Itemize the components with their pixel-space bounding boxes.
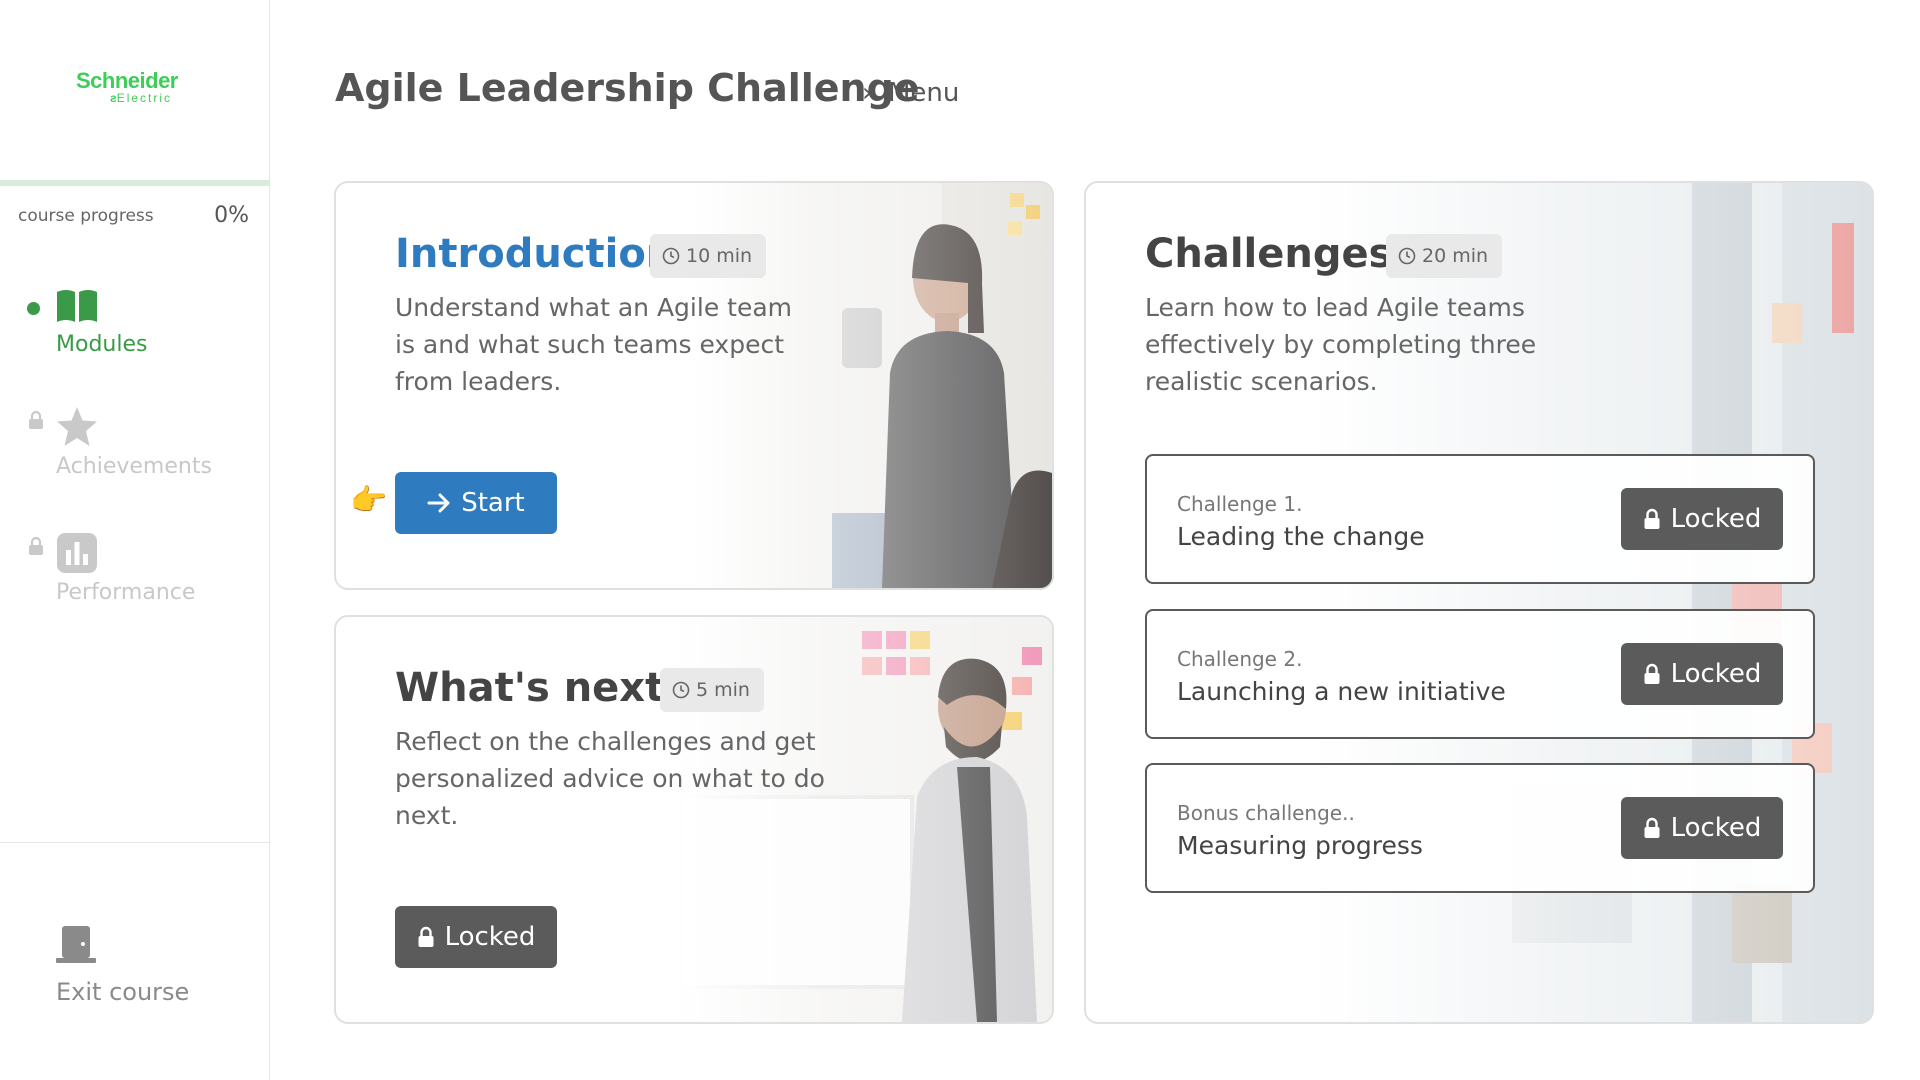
- exit-course-label: Exit course: [56, 978, 190, 1006]
- active-indicator: [27, 302, 40, 315]
- challenge-row-bonus: Bonus challenge.. Measuring progress Loc…: [1145, 763, 1815, 893]
- breadcrumb-current: Menu: [888, 78, 960, 108]
- sidebar-divider: [0, 842, 269, 843]
- challenge-2-locked-button[interactable]: Locked: [1621, 643, 1783, 705]
- introduction-title: Introduction: [395, 231, 675, 277]
- lock-icon: [29, 536, 43, 555]
- whats-next-card: What's next 5 min Reflect on the challen…: [334, 615, 1054, 1024]
- whats-next-locked-button[interactable]: Locked: [395, 906, 557, 968]
- course-progress-bar: [0, 180, 269, 186]
- star-icon: [57, 407, 97, 446]
- challenge-name: Launching a new initiative: [1177, 677, 1506, 706]
- challenge-kicker: Challenge 1.: [1177, 492, 1303, 516]
- challenge-1-locked-button[interactable]: Locked: [1621, 488, 1783, 550]
- clock-icon: [672, 681, 690, 699]
- challenges-duration-badge: 20 min: [1386, 234, 1503, 278]
- course-progress-value: 0%: [214, 203, 249, 228]
- introduction-duration-badge: 10 min: [650, 234, 767, 278]
- start-introduction-button[interactable]: Start: [395, 472, 557, 534]
- page-title: Agile Leadership Challenge: [335, 66, 920, 110]
- introduction-description: Understand what an Agile team is and wha…: [395, 293, 792, 396]
- exit-course-button[interactable]: Exit course: [56, 926, 236, 1016]
- challenges-description: Learn how to lead Agile teams effectivel…: [1145, 293, 1537, 396]
- sidebar-item-label: Modules: [56, 332, 148, 357]
- challenge-kicker: Challenge 2.: [1177, 647, 1303, 671]
- whats-next-title: What's next: [395, 665, 665, 711]
- whats-next-description: Reflect on the challenges and get person…: [395, 727, 825, 830]
- schneider-electric-logo: Schneider ƨElectric: [76, 68, 178, 105]
- arrow-right-icon: [427, 493, 450, 513]
- course-progress-label: course progress: [18, 206, 154, 226]
- lock-icon: [418, 926, 434, 947]
- whats-next-duration-badge: 5 min: [660, 668, 764, 712]
- lock-icon: [1644, 663, 1660, 684]
- breadcrumb-separator: ›: [862, 78, 873, 108]
- pointing-hand-icon: 👉: [350, 483, 388, 518]
- sidebar-item-modules[interactable]: Modules: [0, 284, 269, 384]
- bonus-challenge-locked-button[interactable]: Locked: [1621, 797, 1783, 859]
- lock-icon: [29, 410, 43, 429]
- sidebar-item-achievements[interactable]: Achievements: [0, 406, 269, 506]
- clock-icon: [1398, 247, 1416, 265]
- challenge-name: Measuring progress: [1177, 831, 1423, 860]
- challenge-name: Leading the change: [1177, 522, 1425, 551]
- challenge-row-2: Challenge 2. Launching a new initiative …: [1145, 609, 1815, 739]
- bar-chart-icon: [57, 533, 97, 573]
- lock-icon: [1644, 508, 1660, 529]
- clock-icon: [662, 247, 680, 265]
- sidebar-item-label: Achievements: [56, 454, 212, 479]
- lock-icon: [1644, 817, 1660, 838]
- door-icon: [56, 926, 96, 963]
- challenge-kicker: Bonus challenge..: [1177, 801, 1355, 825]
- challenge-row-1: Challenge 1. Leading the change Locked: [1145, 454, 1815, 584]
- introduction-card: Introduction 10 min Understand what an A…: [334, 181, 1054, 590]
- sidebar-item-performance[interactable]: Performance: [0, 532, 269, 632]
- challenges-card: Challenges 20 min Learn how to lead Agil…: [1084, 181, 1874, 1024]
- sidebar-item-label: Performance: [56, 580, 196, 605]
- challenges-title: Challenges: [1145, 231, 1393, 277]
- book-icon: [57, 290, 97, 322]
- sidebar: Schneider ƨElectric course progress 0% M…: [0, 0, 270, 1080]
